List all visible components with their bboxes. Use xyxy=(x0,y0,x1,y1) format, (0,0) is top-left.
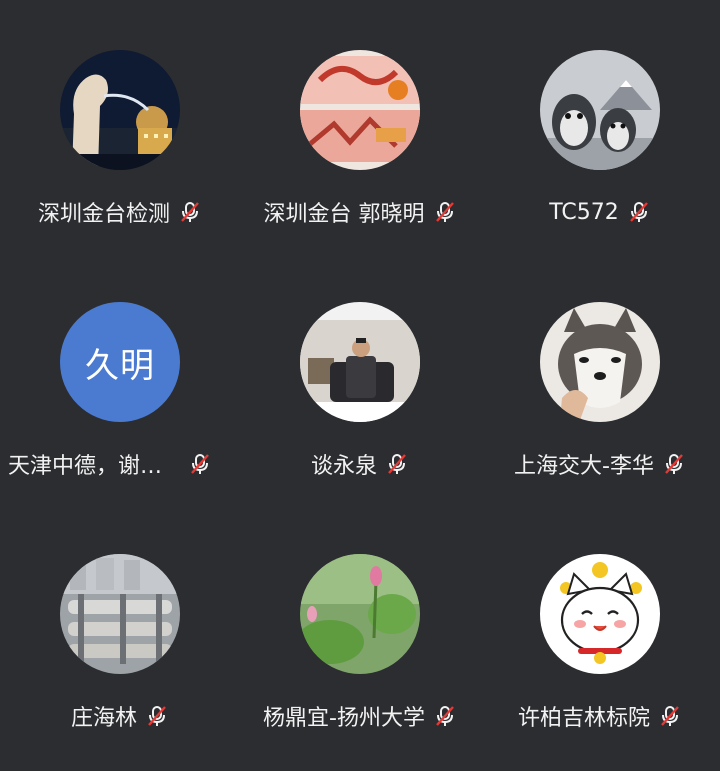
banknote-avatar-image xyxy=(300,50,420,170)
lucky-cat-avatar-image xyxy=(540,554,660,674)
participant-name: 谈永泉 xyxy=(310,454,377,479)
merlion-avatar-image xyxy=(60,50,180,170)
mic-off-icon xyxy=(661,706,679,726)
participant-name: 天津中德，谢… xyxy=(8,454,163,479)
participant-tile[interactable]: 杨鼎宜-扬州大学 xyxy=(240,504,480,761)
participant-grid: 深圳金台检测 深圳金台 郭晓明 TC572 久明 天津中德，谢… 谈永泉 上海交… xyxy=(0,0,720,771)
husky-avatar-image xyxy=(540,302,660,422)
avatar xyxy=(300,554,420,674)
factory-avatar-image xyxy=(60,554,180,674)
avatar xyxy=(540,302,660,422)
avatar xyxy=(540,554,660,674)
participant-name: TC572 xyxy=(549,199,619,225)
avatar: 久明 xyxy=(60,302,180,422)
participant-tile[interactable]: TC572 xyxy=(480,0,720,257)
mic-off-icon xyxy=(435,202,454,222)
man-office-avatar-image xyxy=(300,302,420,422)
participant-name: 许柏吉林标院 xyxy=(517,706,650,731)
avatar xyxy=(300,302,420,422)
penguins-avatar-image xyxy=(540,50,660,170)
avatar xyxy=(540,50,660,170)
mic-off-icon xyxy=(388,454,406,474)
participant-tile[interactable]: 许柏吉林标院 xyxy=(480,504,720,761)
mic-off-icon xyxy=(148,706,166,726)
participant-tile[interactable]: 深圳金台检测 xyxy=(0,0,240,257)
mic-off-icon xyxy=(191,454,209,474)
participant-name-row: 庄海林 xyxy=(0,700,240,732)
mic-off-icon xyxy=(629,202,648,222)
mic-off-icon xyxy=(665,454,683,474)
participant-tile[interactable]: 深圳金台 郭晓明 xyxy=(240,0,480,257)
mic-off-icon xyxy=(181,202,199,222)
lotus-avatar-image xyxy=(300,554,420,674)
participant-name-row: 深圳金台检测 xyxy=(0,196,240,228)
participant-name-row: TC572 xyxy=(480,196,720,228)
participant-name-row: 许柏吉林标院 xyxy=(480,700,720,732)
participant-tile[interactable]: 谈永泉 xyxy=(240,252,480,509)
participant-tile[interactable]: 久明 天津中德，谢… xyxy=(0,252,240,509)
participant-tile[interactable]: 上海交大-李华 xyxy=(480,252,720,509)
avatar-initials: 久明 xyxy=(85,345,155,386)
participant-name-row: 天津中德，谢… xyxy=(0,448,240,480)
avatar xyxy=(300,50,420,170)
participant-tile[interactable]: 庄海林 xyxy=(0,504,240,761)
participant-name: 深圳金台 郭晓明 xyxy=(263,202,425,227)
participant-name-row: 杨鼎宜-扬州大学 xyxy=(240,700,480,732)
mic-off-icon xyxy=(436,706,454,726)
participant-name: 深圳金台检测 xyxy=(37,202,170,227)
participant-name: 上海交大-李华 xyxy=(514,454,654,479)
avatar xyxy=(60,554,180,674)
avatar xyxy=(60,50,180,170)
participant-name: 杨鼎宜-扬州大学 xyxy=(263,706,425,731)
participant-name-row: 深圳金台 郭晓明 xyxy=(240,196,480,228)
participant-name: 庄海林 xyxy=(70,706,137,731)
participant-name-row: 上海交大-李华 xyxy=(480,448,720,480)
participant-name-row: 谈永泉 xyxy=(240,448,480,480)
